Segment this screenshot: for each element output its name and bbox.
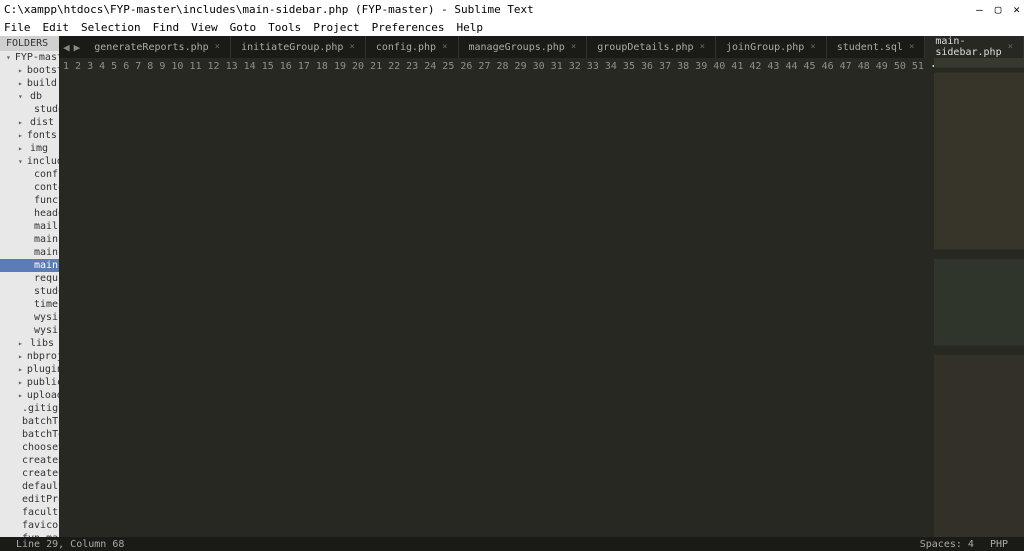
tab-close-icon[interactable]: × bbox=[700, 42, 705, 52]
menu-preferences[interactable]: Preferences bbox=[372, 21, 445, 34]
file-main-header-php[interactable]: main-header.php bbox=[0, 246, 59, 259]
menu-view[interactable]: View bbox=[191, 21, 218, 34]
folder-bootstrap[interactable]: ▸bootstrap bbox=[0, 64, 59, 77]
folder-nbproject[interactable]: ▸nbproject bbox=[0, 350, 59, 363]
file-student-sql[interactable]: student.sql bbox=[0, 103, 59, 116]
file-header-php[interactable]: header.php bbox=[0, 207, 59, 220]
minimize-icon[interactable]: — bbox=[976, 3, 983, 16]
file-createbatch-php[interactable]: createBatch.php bbox=[0, 454, 59, 467]
file--gitignore[interactable]: .gitignore bbox=[0, 402, 59, 415]
file-functions-php[interactable]: functions.php bbox=[0, 194, 59, 207]
tab-close-icon[interactable]: × bbox=[215, 42, 220, 52]
file-favicon-ico[interactable]: favicon.ico bbox=[0, 519, 59, 532]
minimap[interactable] bbox=[934, 58, 1024, 537]
file-student-php[interactable]: student.php bbox=[0, 285, 59, 298]
file-mail-tempelates-php[interactable]: mail-tempelates.php bbox=[0, 220, 59, 233]
file-content-header-php[interactable]: content-header.php bbox=[0, 181, 59, 194]
menu-edit[interactable]: Edit bbox=[43, 21, 70, 34]
tab-nav-arrows[interactable]: ◀ ▶ bbox=[59, 36, 84, 58]
chevron-left-icon[interactable]: ◀ bbox=[63, 41, 70, 54]
folder-dist[interactable]: ▸dist bbox=[0, 116, 59, 129]
folder-libs[interactable]: ▸libs bbox=[0, 337, 59, 350]
file-createcustomconfigs-php[interactable]: createCustomConfigs.php bbox=[0, 467, 59, 480]
file-batchtemplates-php[interactable]: batchTemplates.php bbox=[0, 428, 59, 441]
maximize-icon[interactable]: ▢ bbox=[995, 3, 1002, 16]
tab-bar[interactable]: ◀ ▶ generateReports.php×initiateGroup.ph… bbox=[59, 36, 1024, 58]
file-main-sidebar-php[interactable]: main-sidebar.php bbox=[0, 259, 59, 272]
tab-initiategroup-php[interactable]: initiateGroup.php× bbox=[231, 36, 366, 58]
tab-close-icon[interactable]: × bbox=[1008, 42, 1013, 52]
folder-plugins[interactable]: ▸plugins bbox=[0, 363, 59, 376]
tab-close-icon[interactable]: × bbox=[442, 42, 447, 52]
status-position[interactable]: Line 29, Column 68 bbox=[8, 539, 132, 550]
file-main-footer-php[interactable]: main-footer.php bbox=[0, 233, 59, 246]
file-timeline-php[interactable]: timeline.php bbox=[0, 298, 59, 311]
tab-generatereports-php[interactable]: generateReports.php× bbox=[84, 36, 231, 58]
file-wysihtml5_js-php[interactable]: wysihtml5_js.php bbox=[0, 324, 59, 337]
folders-header: FOLDERS bbox=[0, 36, 59, 51]
file-editprofilefaculty-php[interactable]: editProfileFaculty.php bbox=[0, 493, 59, 506]
folder-sidebar[interactable]: FOLDERS ▾FYP-master▸bootstrap▸build▾dbst… bbox=[0, 36, 59, 537]
menu-selection[interactable]: Selection bbox=[81, 21, 141, 34]
tab-student-sql[interactable]: student.sql× bbox=[827, 36, 926, 58]
menu-bar[interactable]: File Edit Selection Find View Goto Tools Projec… bbox=[0, 18, 1024, 36]
folder-public[interactable]: ▸public bbox=[0, 376, 59, 389]
status-language[interactable]: PHP bbox=[982, 539, 1016, 550]
file-config-php[interactable]: config.php bbox=[0, 168, 59, 181]
tab-main-sidebar-php[interactable]: main-sidebar.php× bbox=[925, 36, 1024, 58]
tab-managegroups-php[interactable]: manageGroups.php× bbox=[459, 36, 588, 58]
menu-find[interactable]: Find bbox=[153, 21, 180, 34]
status-spaces[interactable]: Spaces: 4 bbox=[912, 539, 982, 550]
chevron-right-icon[interactable]: ▶ bbox=[74, 41, 81, 54]
tab-close-icon[interactable]: × bbox=[810, 42, 815, 52]
menu-goto[interactable]: Goto bbox=[230, 21, 257, 34]
tab-groupdetails-php[interactable]: groupDetails.php× bbox=[587, 36, 716, 58]
folder-db[interactable]: ▾db bbox=[0, 90, 59, 103]
tab-config-php[interactable]: config.php× bbox=[366, 36, 459, 58]
file-facultytimeline-php[interactable]: facultyTimeline.php bbox=[0, 506, 59, 519]
folder-fyp-master[interactable]: ▾FYP-master bbox=[0, 51, 59, 64]
menu-help[interactable]: Help bbox=[456, 21, 483, 34]
line-gutter: 1 2 3 4 5 6 7 8 9 10 11 12 13 14 15 16 1… bbox=[59, 58, 932, 537]
tab-joingroup-php[interactable]: joinGroup.php× bbox=[716, 36, 827, 58]
file-defaultconfigsmodal-php[interactable]: defaultConfigsModal.php bbox=[0, 480, 59, 493]
file-wysihtml5_css-php[interactable]: wysihtml5_css.php bbox=[0, 311, 59, 324]
folder-build[interactable]: ▸build bbox=[0, 77, 59, 90]
tab-close-icon[interactable]: × bbox=[349, 42, 354, 52]
window-controls: — ▢ ✕ bbox=[976, 3, 1020, 16]
file-batchtasks-php[interactable]: batchTasks.php bbox=[0, 415, 59, 428]
menu-file[interactable]: File bbox=[4, 21, 31, 34]
file-fyp_management_system-sql[interactable]: fyp_management_system.sql bbox=[0, 532, 59, 537]
file-choosesupervisor-php[interactable]: chooseSupervisor.php bbox=[0, 441, 59, 454]
tab-close-icon[interactable]: × bbox=[571, 42, 576, 52]
folder-includes[interactable]: ▾includes bbox=[0, 155, 59, 168]
folder-img[interactable]: ▸img bbox=[0, 142, 59, 155]
close-icon[interactable]: ✕ bbox=[1013, 3, 1020, 16]
menu-tools[interactable]: Tools bbox=[268, 21, 301, 34]
file-required_js-php[interactable]: required_js.php bbox=[0, 272, 59, 285]
status-bar: Line 29, Column 68 Spaces: 4 PHP bbox=[0, 537, 1024, 551]
folder-uploads[interactable]: ▸uploads bbox=[0, 389, 59, 402]
window-title: C:\xampp\htdocs\FYP-master\includes\main… bbox=[4, 3, 976, 16]
tab-close-icon[interactable]: × bbox=[909, 42, 914, 52]
folder-fonts[interactable]: ▸fonts bbox=[0, 129, 59, 142]
menu-project[interactable]: Project bbox=[313, 21, 359, 34]
